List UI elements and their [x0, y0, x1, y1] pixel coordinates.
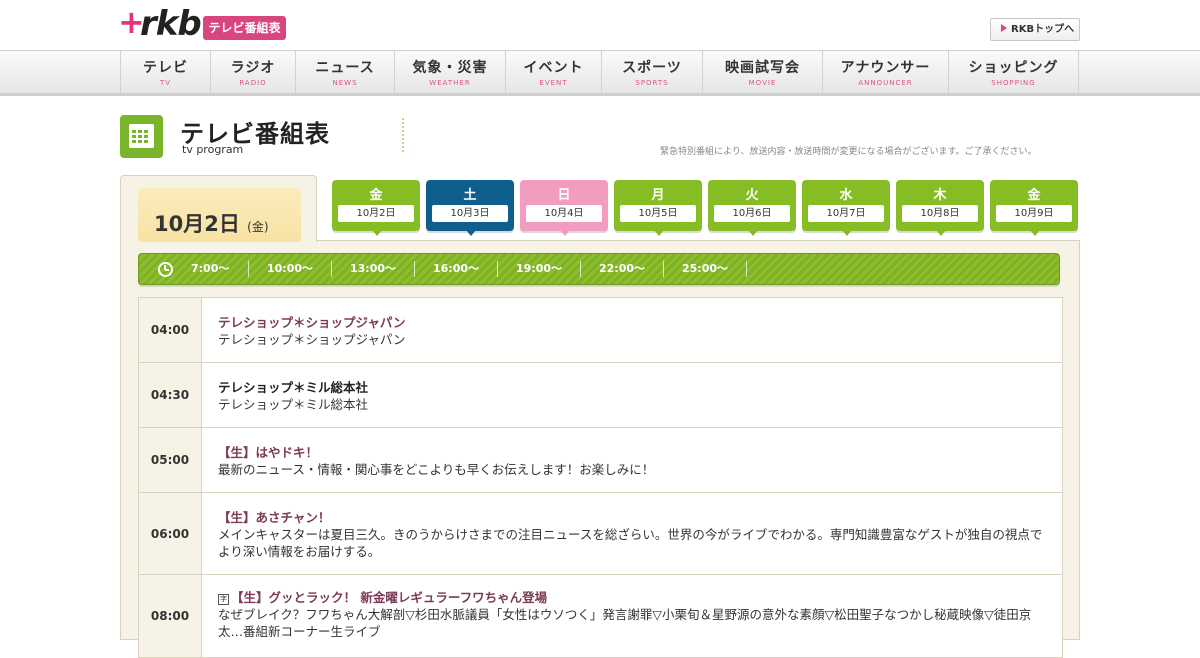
program-table: 04:00 テレショップ＊ショップジャパン テレショップ＊ショップジャパン 04… [138, 297, 1063, 658]
program-title[interactable]: 【生】あさチャン！ [218, 509, 1048, 526]
table-row: 06:00 【生】あさチャン！ メインキャスターは夏目三久。きのうからけさまでの… [139, 493, 1062, 575]
program-time: 04:00 [139, 298, 202, 362]
program-time: 05:00 [139, 428, 202, 492]
day-tab-dow: 金 [369, 188, 383, 203]
day-tab-oct9[interactable]: 金 10月9日 [990, 180, 1078, 236]
program-time: 06:00 [139, 493, 202, 574]
site-header: + rkb テレビ番組表 RKBトップへ [0, 0, 1200, 50]
nav-label: 気象・災害 [412, 60, 488, 76]
day-tab-date: 10月7日 [808, 205, 884, 222]
current-dow: (金) [247, 220, 269, 234]
table-row: 05:00 【生】はやドキ！ 最新のニュース・情報・関心事をどこよりも早くお伝え… [139, 428, 1062, 493]
notice-text: 緊急特別番組により、放送内容・放送時間が変更になる場合がございます。ご了承くださ… [660, 147, 1037, 157]
nav-item-weather[interactable]: 気象・災害 WEATHER [395, 51, 506, 93]
program-desc: なぜブレイク？フワちゃん大解剖▽杉田水脈議員「女性はウソつく」発言謝罪▽小栗旬＆… [218, 607, 1032, 639]
nav-label: イベント [523, 60, 584, 76]
day-tab-oct5[interactable]: 月 10月5日 [614, 180, 702, 236]
day-tab-date: 10月2日 [338, 205, 414, 222]
program-desc: テレショップ＊ショップジャパン [218, 332, 406, 347]
nav-sublabel: WEATHER [429, 79, 471, 87]
table-row: 08:00 字【生】グッとラック！ 新金曜レギュラーフワちゃん登場 なぜブレイク… [139, 575, 1062, 657]
nav-item-movie[interactable]: 映画試写会 MOVIE [703, 51, 823, 93]
title-divider [402, 118, 404, 152]
program-title-line[interactable]: 字【生】グッとラック！ 新金曜レギュラーフワちゃん登場 [218, 589, 1048, 606]
day-tab-date: 10月6日 [714, 205, 790, 222]
nav-sublabel: SPORTS [635, 79, 669, 87]
program-title: テレショップ＊ミル総本社 [218, 380, 369, 395]
time-link-16[interactable]: 16:00～ [433, 254, 479, 284]
program-title[interactable]: 【生】はやドキ！ [218, 444, 1048, 461]
day-tab-oct2[interactable]: 金 10月2日 [332, 180, 420, 236]
clock-icon [158, 262, 173, 277]
time-link-22[interactable]: 22:00～ [599, 254, 645, 284]
program-title[interactable]: テレショップ＊ショップジャパン [218, 314, 1048, 331]
logo-text: rkb [140, 4, 202, 44]
day-tab-oct7[interactable]: 水 10月7日 [802, 180, 890, 236]
nav-label: アナウンサー [840, 60, 931, 76]
nav-label: ニュース [315, 60, 375, 76]
day-tab-dow: 金 [1027, 188, 1041, 203]
table-row: 04:30 テレショップ＊ミル総本社 テレショップ＊ミル総本社 [139, 363, 1062, 428]
nav-item-announcer[interactable]: アナウンサー ANNOUNCER [823, 51, 949, 93]
table-row: 04:00 テレショップ＊ショップジャパン テレショップ＊ショップジャパン [139, 298, 1062, 363]
day-tab-oct6[interactable]: 火 10月6日 [708, 180, 796, 236]
rkb-logo[interactable]: + rkb [118, 4, 202, 44]
current-date: 10月2日 [154, 212, 240, 236]
nav-sublabel: SHOPPING [991, 79, 1036, 87]
time-link-13[interactable]: 13:00～ [350, 254, 396, 284]
day-tab-dow: 日 [557, 188, 571, 203]
nav-sublabel: NEWS [332, 79, 358, 87]
time-link-19[interactable]: 19:00～ [516, 254, 562, 284]
nav-label: ラジオ [230, 60, 276, 76]
program-desc: メインキャスターは夏目三久。きのうからけさまでの注目ニュースを総ざらい。世界の今… [218, 527, 1043, 559]
page-subtitle: tv program [182, 143, 244, 156]
rkb-top-link-label: RKBトップへ [1011, 24, 1075, 35]
nav-item-event[interactable]: イベント EVENT [506, 51, 602, 93]
time-link-25[interactable]: 25:00～ [682, 254, 728, 284]
day-tab-date: 10月9日 [996, 205, 1072, 222]
program-time: 08:00 [139, 575, 202, 657]
day-tab-date: 10月8日 [902, 205, 978, 222]
day-tab-date: 10月4日 [526, 205, 602, 222]
nav-label: スポーツ [622, 60, 682, 76]
nav-item-tv[interactable]: テレビ TV [121, 51, 211, 93]
nav-label: ショッピング [968, 60, 1059, 76]
tv-program-badge[interactable]: テレビ番組表 [203, 16, 286, 40]
day-tab-oct4[interactable]: 日 10月4日 [520, 180, 608, 236]
current-date-box: 10月2日 (金) [138, 188, 301, 242]
day-tab-date: 10月5日 [620, 205, 696, 222]
nav-sublabel: RADIO [239, 79, 267, 87]
nav-label: 映画試写会 [725, 60, 800, 76]
day-tab-dow: 火 [745, 188, 759, 203]
program-time: 04:30 [139, 363, 202, 427]
day-tab-oct8[interactable]: 木 10月8日 [896, 180, 984, 236]
global-nav: テレビ TV ラジオ RADIO ニュース NEWS 気象・災害 WEATHER… [0, 50, 1200, 96]
day-tab-dow: 水 [839, 188, 853, 203]
nav-item-shopping[interactable]: ショッピング SHOPPING [949, 51, 1079, 93]
program-desc: 最新のニュース・情報・関心事をどこよりも早くお伝えします！お楽しみに！ [218, 462, 655, 477]
time-jump-bar: 7:00～ 10:00～ 13:00～ 16:00～ 19:00～ 22:00～… [138, 253, 1060, 285]
nav-sublabel: MOVIE [748, 79, 777, 87]
nav-sublabel: TV [159, 79, 172, 87]
day-tab-dow: 月 [651, 188, 665, 203]
program-desc: テレショップ＊ミル総本社 [218, 397, 369, 412]
day-tab-oct3[interactable]: 土 10月3日 [426, 180, 514, 236]
nav-item-sports[interactable]: スポーツ SPORTS [602, 51, 703, 93]
nav-sublabel: EVENT [539, 79, 568, 87]
day-tab-dow: 土 [463, 188, 477, 203]
program-title: 【生】グッとラック！ 新金曜レギュラーフワちゃん登場 [231, 590, 548, 605]
caption-mark-icon: 字 [218, 594, 229, 605]
calendar-icon [120, 115, 163, 158]
triangle-right-icon [1001, 24, 1007, 32]
rkb-top-link[interactable]: RKBトップへ [990, 18, 1080, 41]
day-tab-date: 10月3日 [432, 205, 508, 222]
nav-item-news[interactable]: ニュース NEWS [296, 51, 395, 93]
day-tab-dow: 木 [933, 188, 947, 203]
nav-label: テレビ [143, 60, 188, 76]
nav-sublabel: ANNOUNCER [858, 79, 913, 87]
nav-item-radio[interactable]: ラジオ RADIO [211, 51, 296, 93]
time-link-7[interactable]: 7:00～ [191, 254, 229, 284]
time-link-10[interactable]: 10:00～ [267, 254, 313, 284]
